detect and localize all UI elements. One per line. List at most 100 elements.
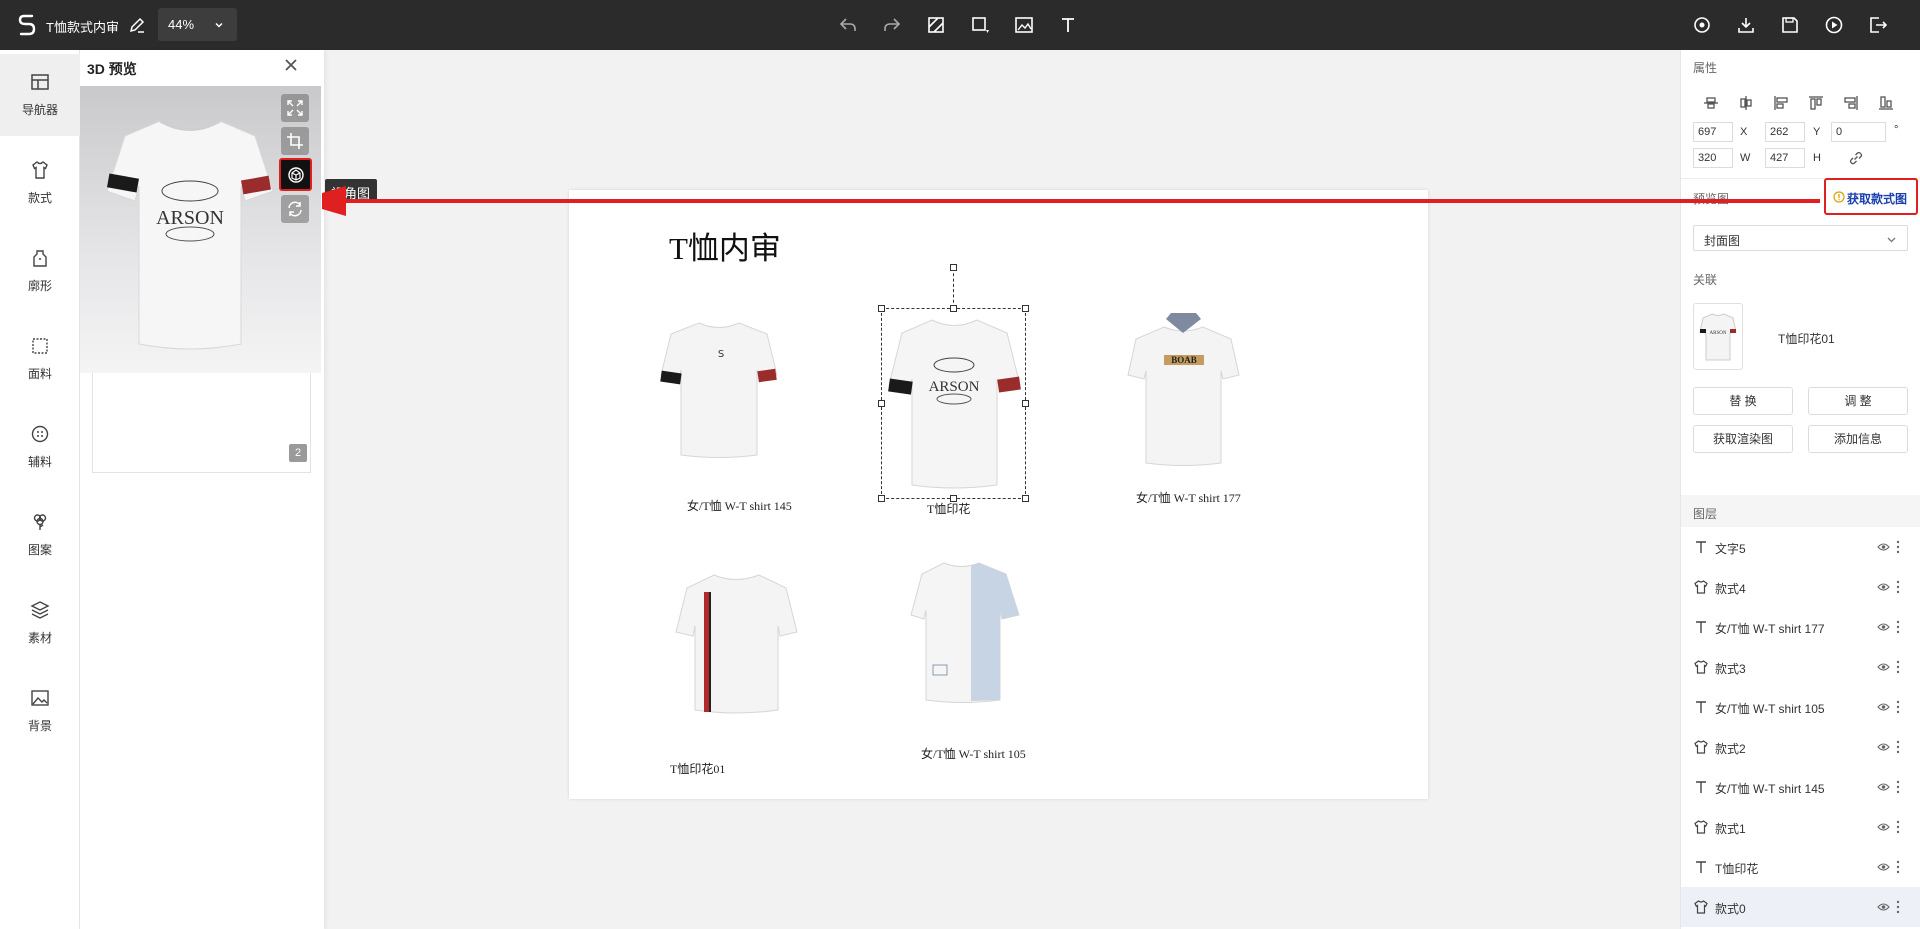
preview-icon[interactable] xyxy=(1692,15,1712,35)
eye-icon[interactable] xyxy=(1877,821,1890,833)
align-left-icon[interactable] xyxy=(1772,94,1790,112)
close-icon[interactable] xyxy=(283,57,299,73)
crop-icon xyxy=(287,133,303,149)
resize-handle[interactable] xyxy=(950,305,957,312)
more-icon[interactable] xyxy=(1896,900,1900,914)
width-field[interactable]: 320 xyxy=(1693,148,1733,168)
edit-icon[interactable] xyxy=(128,16,146,34)
layer-row[interactable]: 款式2 xyxy=(1681,727,1920,767)
eye-icon[interactable] xyxy=(1877,661,1890,673)
crop-button[interactable] xyxy=(281,127,309,155)
zoom-dropdown[interactable]: 44% xyxy=(158,8,237,41)
more-icon[interactable] xyxy=(1896,700,1900,714)
tshirt-thumbnail: ARSON xyxy=(1699,313,1737,361)
layer-row[interactable]: 款式1 xyxy=(1681,807,1920,847)
eye-icon[interactable] xyxy=(1877,781,1890,793)
preview-thumbnail-area[interactable]: 2 xyxy=(92,373,311,473)
canvas-item-shirt-177[interactable]: BOAB 女/T恤 W-T shirt 177 xyxy=(1114,313,1264,523)
eye-icon[interactable] xyxy=(1877,701,1890,713)
canvas-title[interactable]: T恤内审 xyxy=(669,223,781,268)
rotate-handle[interactable] xyxy=(950,264,957,271)
more-icon[interactable] xyxy=(1896,580,1900,594)
layer-row[interactable]: 女/T恤 W-T shirt 145 xyxy=(1681,767,1920,807)
nav-item-fabric[interactable]: 面料 xyxy=(0,318,80,400)
redo-icon[interactable] xyxy=(882,15,902,35)
align-right-icon[interactable] xyxy=(1842,94,1860,112)
exit-icon[interactable] xyxy=(1868,15,1888,35)
view-angle-button[interactable] xyxy=(279,158,312,191)
resize-handle[interactable] xyxy=(878,305,885,312)
undo-icon[interactable] xyxy=(838,15,858,35)
more-icon[interactable] xyxy=(1896,620,1900,634)
resize-handle[interactable] xyxy=(878,400,885,407)
document-title[interactable]: T恤款式内审 xyxy=(46,17,119,36)
nav-item-navigator[interactable]: 导航器 xyxy=(0,54,80,136)
more-icon[interactable] xyxy=(1896,540,1900,554)
design-canvas[interactable]: T恤内审 S 女/T恤 W-T shirt 145 ARSON T恤印花 BOA… xyxy=(569,190,1428,799)
save-icon[interactable] xyxy=(1780,15,1800,35)
nav-item-background[interactable]: 背景 xyxy=(0,670,80,752)
add-info-button[interactable]: 添加信息 xyxy=(1808,425,1908,453)
resize-handle[interactable] xyxy=(878,495,885,502)
resize-handle[interactable] xyxy=(950,495,957,502)
eye-icon[interactable] xyxy=(1877,541,1890,553)
nav-item-style[interactable]: 款式 xyxy=(0,142,80,224)
rectangle-icon[interactable] xyxy=(970,15,990,35)
text-icon[interactable] xyxy=(1058,15,1078,35)
download-icon[interactable] xyxy=(1736,15,1756,35)
linked-style-thumbnail[interactable]: ARSON xyxy=(1693,303,1743,370)
3d-viewport[interactable]: ARSON xyxy=(80,86,321,373)
more-icon[interactable] xyxy=(1896,740,1900,754)
play-icon[interactable] xyxy=(1824,15,1844,35)
canvas-item-shirt-105[interactable]: 女/T恤 W-T shirt 105 xyxy=(909,560,1059,785)
fullscreen-button[interactable] xyxy=(281,94,309,122)
preview-type-select[interactable]: 封面图 xyxy=(1693,225,1908,251)
resize-handle[interactable] xyxy=(1022,400,1029,407)
adjust-button[interactable]: 调 整 xyxy=(1808,387,1908,415)
canvas-item-tshirt-print-01[interactable]: T恤印花01 xyxy=(669,570,809,795)
resize-handle[interactable] xyxy=(1022,495,1029,502)
y-field[interactable]: 262 xyxy=(1765,122,1805,142)
align-horizontal-center-icon[interactable] xyxy=(1737,94,1755,112)
eye-icon[interactable] xyxy=(1877,581,1890,593)
more-icon[interactable] xyxy=(1896,780,1900,794)
eye-icon[interactable] xyxy=(1877,901,1890,913)
rotation-field[interactable]: 0 xyxy=(1831,122,1886,142)
nav-item-material[interactable]: 素材 xyxy=(0,582,80,664)
more-icon[interactable] xyxy=(1896,660,1900,674)
height-field[interactable]: 427 xyxy=(1765,148,1805,168)
nav-item-pattern[interactable]: 图案 xyxy=(0,494,80,576)
layer-row[interactable]: 女/T恤 W-T shirt 177 xyxy=(1681,607,1920,647)
layer-row[interactable]: T恤印花 xyxy=(1681,847,1920,887)
image-icon[interactable] xyxy=(1014,15,1034,35)
resize-handle[interactable] xyxy=(1022,305,1029,312)
eye-icon[interactable] xyxy=(1877,621,1890,633)
eye-icon[interactable] xyxy=(1877,741,1890,753)
fetch-render-button[interactable]: 获取渲染图 xyxy=(1693,425,1793,453)
flower-icon xyxy=(33,514,47,530)
align-bottom-icon[interactable] xyxy=(1877,94,1895,112)
nav-label: 背景 xyxy=(27,719,52,733)
selection-box[interactable] xyxy=(881,308,1026,499)
canvas-item-shirt-145[interactable]: S 女/T恤 W-T shirt 145 xyxy=(659,320,809,530)
layer-row[interactable]: 文字5 xyxy=(1681,527,1920,567)
lock-ratio-link-icon[interactable] xyxy=(1848,150,1864,166)
more-icon[interactable] xyxy=(1896,860,1900,874)
replace-button[interactable]: 替 换 xyxy=(1693,387,1793,415)
layer-row[interactable]: 款式0 xyxy=(1681,887,1920,927)
svg-text:S: S xyxy=(718,349,724,360)
nav-item-trims[interactable]: 辅料 xyxy=(0,406,80,488)
layer-row[interactable]: 女/T恤 W-T shirt 105 xyxy=(1681,687,1920,727)
reset-view-button[interactable] xyxy=(281,195,309,223)
fetch-style-image-button[interactable]: 获取款式图 xyxy=(1824,178,1918,215)
more-icon[interactable] xyxy=(1896,820,1900,834)
align-vertical-center-icon[interactable] xyxy=(1702,94,1720,112)
nav-item-silhouette[interactable]: 廓形 xyxy=(0,230,80,312)
eye-icon[interactable] xyxy=(1877,861,1890,873)
layer-row[interactable]: 款式4 xyxy=(1681,567,1920,607)
layer-row[interactable]: 款式3 xyxy=(1681,647,1920,687)
select-value: 封面图 xyxy=(1704,234,1741,248)
align-top-icon[interactable] xyxy=(1807,94,1825,112)
x-field[interactable]: 697 xyxy=(1693,122,1733,142)
hatch-icon[interactable] xyxy=(926,15,946,35)
